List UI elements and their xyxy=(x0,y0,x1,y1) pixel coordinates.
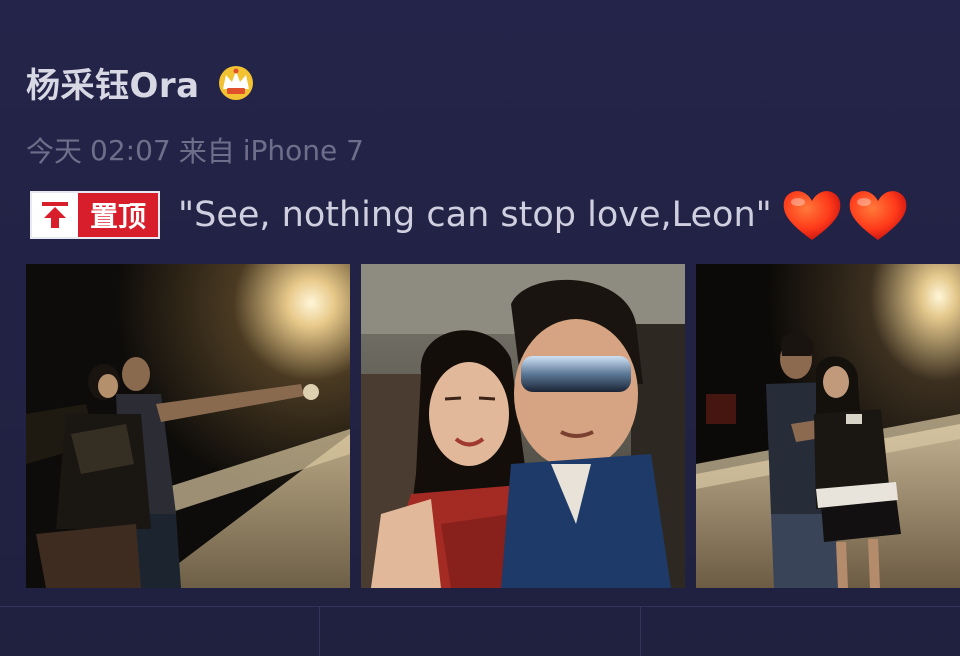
weibo-post: 杨采钰Ora 今天 02:07 来自 iPhone 7 置顶 "See, not… xyxy=(0,0,960,656)
pin-to-top-icon xyxy=(32,193,78,237)
like-button[interactable] xyxy=(641,607,960,656)
comment-button[interactable] xyxy=(320,607,641,656)
post-source-device[interactable]: iPhone 7 xyxy=(243,134,364,167)
crown-badge-icon[interactable] xyxy=(214,62,258,102)
heart-icon xyxy=(849,191,907,240)
photo-3[interactable] xyxy=(696,264,960,588)
repost-button[interactable] xyxy=(0,607,321,656)
post-meta: 今天 02:07 来自 iPhone 7 xyxy=(26,130,364,170)
post-content: 置顶 "See, nothing can stop love,Leon" xyxy=(30,186,910,244)
username-link[interactable]: 杨采钰Ora xyxy=(26,58,200,107)
pinned-label: 置顶 xyxy=(78,193,159,237)
photo-grid xyxy=(26,264,960,588)
pinned-badge: 置顶 xyxy=(30,191,161,239)
action-bar xyxy=(0,607,960,656)
post-text: "See, nothing can stop love,Leon" xyxy=(178,195,772,235)
post-header: 杨采钰Ora xyxy=(26,58,258,107)
post-day: 今天 xyxy=(26,135,83,168)
emoji-group xyxy=(780,186,910,244)
photo-2[interactable] xyxy=(361,264,685,588)
post-time[interactable]: 02:07 xyxy=(90,134,171,167)
photo-1[interactable] xyxy=(26,264,350,588)
post-source-prefix: 来自 xyxy=(178,135,235,168)
heart-icon xyxy=(783,191,841,240)
